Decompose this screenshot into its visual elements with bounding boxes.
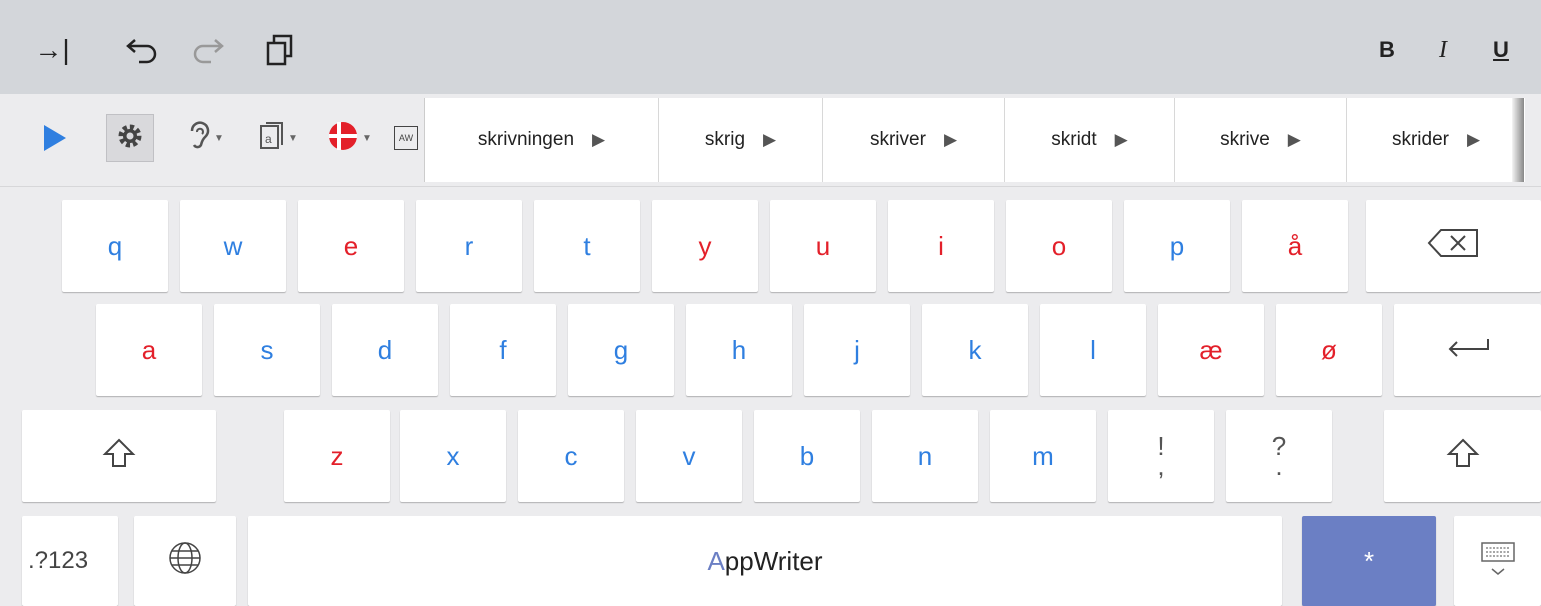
play-triangle-icon[interactable]: ▶: [763, 130, 776, 150]
backspace-icon: [1427, 228, 1481, 265]
bold-button[interactable]: B: [1372, 28, 1402, 72]
key-n[interactable]: n: [872, 410, 978, 502]
ear-menu[interactable]: ▼: [178, 118, 234, 158]
suggestion-label: skrig: [704, 129, 746, 150]
ear-icon: [188, 120, 210, 156]
key-ae[interactable]: æ: [1158, 304, 1264, 396]
key-p[interactable]: p: [1124, 200, 1230, 292]
settings-button[interactable]: [106, 114, 154, 162]
key-w[interactable]: w: [180, 200, 286, 292]
key-e[interactable]: e: [298, 200, 404, 292]
key-aa[interactable]: å: [1242, 200, 1348, 292]
document-icon: a: [258, 121, 284, 156]
suggestion-item[interactable]: skrivningen ▶: [425, 98, 659, 182]
key-oe[interactable]: ø: [1276, 304, 1382, 396]
suggestion-label: skridt: [1051, 129, 1097, 150]
key-bottom-label: ,: [1157, 451, 1165, 481]
suggestion-label: skrive: [1220, 129, 1270, 150]
play-triangle-icon[interactable]: ▶: [1467, 130, 1480, 150]
chevron-down-icon: ▼: [362, 132, 372, 144]
key-d[interactable]: d: [332, 304, 438, 396]
suggestion-item[interactable]: skrive ▶: [1175, 98, 1347, 182]
key-exclaim-comma[interactable]: ! ,: [1108, 410, 1214, 502]
suggestion-item[interactable]: skrig ▶: [659, 98, 823, 182]
key-u[interactable]: u: [770, 200, 876, 292]
key-l[interactable]: l: [1040, 304, 1146, 396]
tool-bar: ▼ a ▼ ▼ AW skrivningen ▶ skrig ▶ skriver ▶ …: [0, 94, 1541, 187]
key-a[interactable]: a: [96, 304, 202, 396]
keyboard-hide-icon: [1478, 537, 1518, 586]
shift-icon: [102, 437, 136, 476]
chevron-down-icon: ▼: [214, 132, 224, 144]
play-triangle-icon[interactable]: ▶: [1288, 130, 1301, 150]
danish-flag-icon: [328, 121, 358, 156]
play-icon[interactable]: [36, 120, 72, 156]
appwriter-logo-text: ppWriter: [724, 545, 823, 576]
key-bottom-label: .: [1275, 451, 1283, 481]
play-triangle-icon[interactable]: ▶: [592, 130, 605, 150]
key-t[interactable]: t: [534, 200, 640, 292]
globe-key[interactable]: [134, 516, 236, 606]
key-b[interactable]: b: [754, 410, 860, 502]
key-g[interactable]: g: [568, 304, 674, 396]
key-x[interactable]: x: [400, 410, 506, 502]
key-k[interactable]: k: [922, 304, 1028, 396]
key-c[interactable]: c: [518, 410, 624, 502]
suggestion-label: skrider: [1391, 129, 1449, 150]
play-triangle-icon[interactable]: ▶: [944, 130, 957, 150]
enter-key[interactable]: [1394, 304, 1541, 396]
backspace-key[interactable]: [1366, 200, 1541, 292]
globe-icon: [168, 541, 202, 582]
language-menu[interactable]: ▼: [322, 118, 378, 158]
document-menu[interactable]: a ▼: [250, 118, 306, 158]
redo-icon[interactable]: [186, 28, 230, 72]
key-question-period[interactable]: ? .: [1226, 410, 1332, 502]
suggestion-item[interactable]: skrider ▶: [1347, 98, 1525, 182]
svg-text:a: a: [265, 132, 272, 146]
italic-button[interactable]: I: [1428, 28, 1458, 72]
space-bar[interactable]: AppWriter: [248, 516, 1282, 606]
word-suggestions: skrivningen ▶ skrig ▶ skriver ▶ skridt ▶ skr…: [424, 98, 1525, 182]
appwriter-logo-a: A: [707, 545, 725, 576]
undo-icon[interactable]: [120, 28, 164, 72]
underline-button[interactable]: U: [1486, 28, 1516, 72]
chevron-down-icon: ▼: [288, 132, 298, 144]
key-m[interactable]: m: [990, 410, 1096, 502]
tab-icon[interactable]: →|: [30, 28, 74, 72]
shift-key-right[interactable]: [1384, 410, 1541, 502]
enter-icon: [1446, 335, 1490, 366]
key-z[interactable]: z: [284, 410, 390, 502]
hide-keyboard-key[interactable]: [1454, 516, 1541, 606]
shift-icon: [1446, 437, 1480, 476]
key-o[interactable]: o: [1006, 200, 1112, 292]
key-y[interactable]: y: [652, 200, 758, 292]
aw-button[interactable]: AW: [394, 126, 418, 150]
numbers-key[interactable]: .?123: [22, 516, 118, 606]
key-v[interactable]: v: [636, 410, 742, 502]
star-key[interactable]: *: [1302, 516, 1436, 606]
key-r[interactable]: r: [416, 200, 522, 292]
shift-key-left[interactable]: [22, 410, 216, 502]
copy-icon[interactable]: [258, 28, 302, 72]
key-i[interactable]: i: [888, 200, 994, 292]
key-s[interactable]: s: [214, 304, 320, 396]
top-toolbar: →| B I U: [0, 0, 1541, 94]
key-f[interactable]: f: [450, 304, 556, 396]
suggestion-label: skrivningen: [477, 129, 575, 150]
suggestion-item[interactable]: skriver ▶: [823, 98, 1005, 182]
play-triangle-icon[interactable]: ▶: [1115, 130, 1128, 150]
key-q[interactable]: q: [62, 200, 168, 292]
key-h[interactable]: h: [686, 304, 792, 396]
suggestion-label: skriver: [869, 129, 926, 150]
gear-icon: [116, 122, 144, 155]
suggestion-item[interactable]: skridt ▶: [1005, 98, 1175, 182]
key-j[interactable]: j: [804, 304, 910, 396]
suggestions-scroll-edge: [1512, 98, 1524, 182]
